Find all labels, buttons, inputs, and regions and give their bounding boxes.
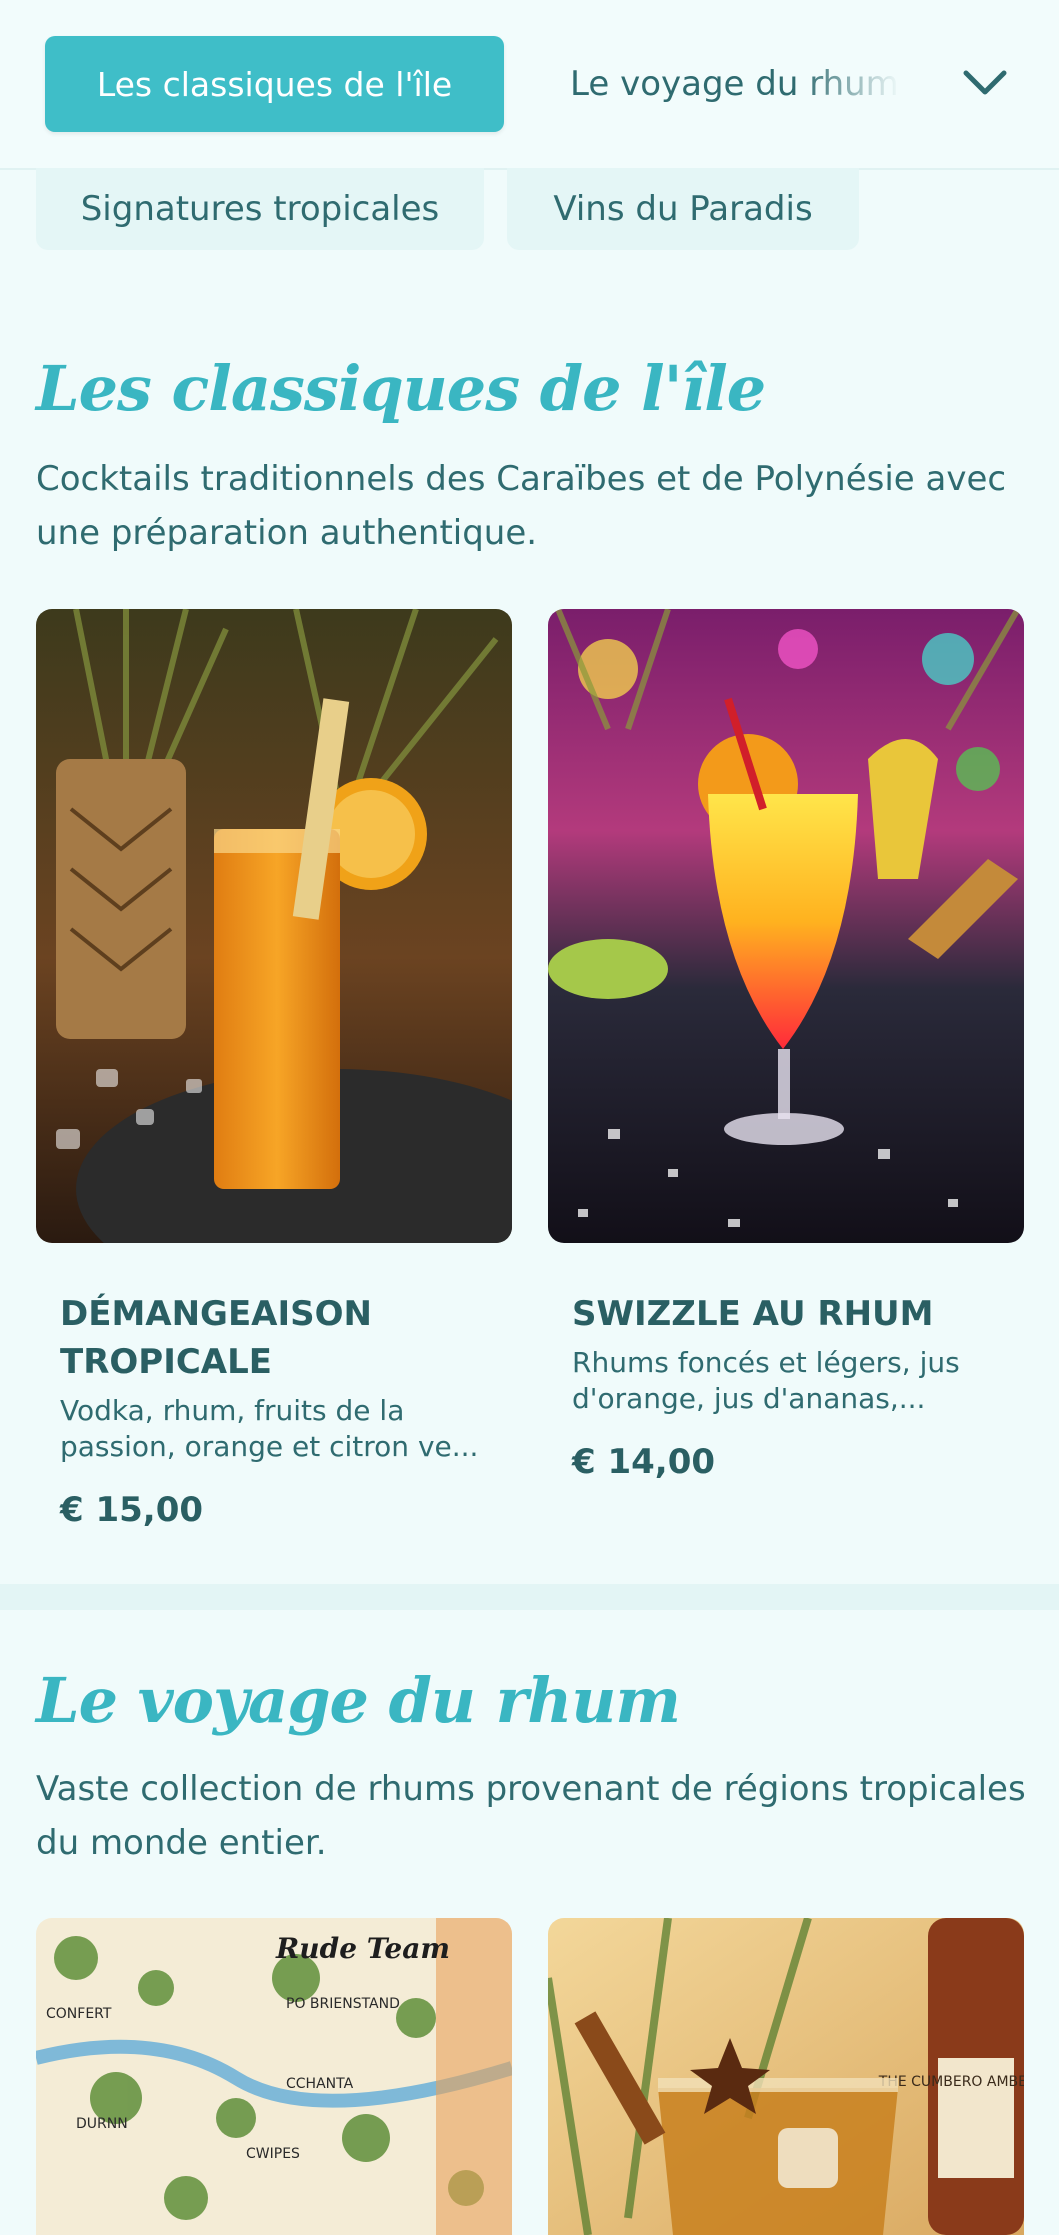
product-price: € 15,00 [60,1490,204,1530]
product-image[interactable] [548,609,1024,1243]
svg-text:DURNN: DURNN [76,2116,128,2132]
product-image[interactable]: THE CUMBERO AMBER RUM [548,1918,1024,2235]
tab-le-voyage-du-rhum[interactable]: Le voyage du rhum [570,36,900,132]
product-name: DÉMANGEAISON TROPICALE [60,1294,372,1382]
tab-vins-du-paradis[interactable]: Vins du Paradis [507,168,859,250]
product-name: SWIZZLE AU RHUM [572,1294,934,1334]
svg-text:CCHANTA: CCHANTA [286,2076,354,2092]
product-image[interactable]: Rude Team CONFERT PO BRIENSTAND DURNN CCHA… [36,1918,512,2235]
tab-signatures-tropicales[interactable]: Signatures tropicales [36,168,484,250]
category-nav: Les classiques de l'île Le voyage du rhu… [0,0,1059,170]
section-description: Cocktails traditionnels des Caraïbes et … [36,459,1007,553]
product-price: € 14,00 [572,1442,716,1482]
section-description: Vaste collection de rhums provenant de r… [36,1769,1026,1863]
svg-text:PO BRIENSTAND: PO BRIENSTAND [286,1996,400,2012]
section-divider [0,1584,1059,1610]
rum-map-image: Rude Team CONFERT PO BRIENSTAND DURNN CCHA… [36,1918,512,2235]
svg-text:THE CUMBERO AMBER RUM: THE CUMBERO AMBER RUM [878,2074,1024,2090]
product-description: Vodka, rhum, fruits de la passion, orang… [60,1394,479,1463]
section-title: Les classiques de l'île [36,352,766,425]
cocktail-image [36,609,512,1243]
svg-text:Rude Team: Rude Team [275,1932,450,1965]
product-description: Rhums foncés et légers, jus d'orange, ju… [572,1346,960,1415]
cocktail-image [548,609,1024,1243]
product-image[interactable] [36,609,512,1243]
svg-text:CWIPES: CWIPES [246,2146,300,2162]
chevron-down-icon[interactable] [960,58,1010,108]
rum-glass-image: THE CUMBERO AMBER RUM [548,1918,1024,2235]
section-title: Le voyage du rhum [36,1664,681,1737]
tab-les-classiques[interactable]: Les classiques de l'île [45,36,504,132]
svg-text:CONFERT: CONFERT [46,2006,112,2022]
